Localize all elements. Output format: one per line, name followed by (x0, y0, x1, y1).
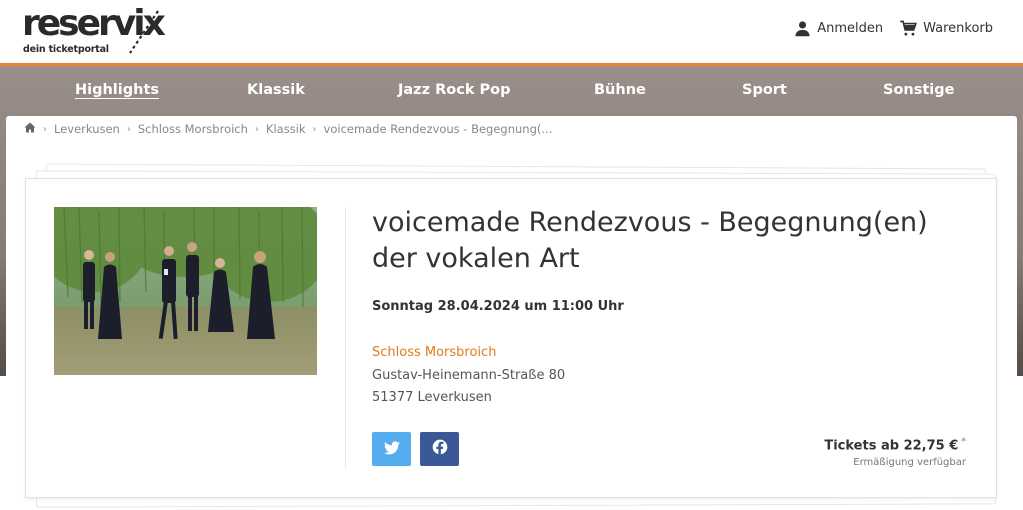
person-icon (794, 20, 811, 37)
site-header: reservix dein ticketportal Anmelden Ware… (0, 0, 1023, 63)
facebook-icon (432, 439, 448, 459)
event-title: voicemade Rendezvous - Begegnung(en) der… (372, 207, 928, 274)
chevron-right-icon: › (43, 123, 47, 135)
venue-link[interactable]: Schloss Morsbroich (372, 345, 496, 360)
event-image[interactable] (54, 207, 317, 375)
reservix-logo[interactable]: reservix dein ticketportal (22, 6, 172, 56)
nav-jazz-rock-pop[interactable]: Jazz Rock Pop (398, 82, 511, 98)
venue-city: 51377 Leverkusen (372, 390, 492, 405)
logo-slash-graphic (129, 10, 159, 54)
nav-sonstige[interactable]: Sonstige (883, 82, 954, 98)
tickets-price-link[interactable]: Tickets ab 22,75 € * (824, 437, 966, 453)
login-label: Anmelden (817, 21, 884, 36)
price-footnote-marker: * (961, 437, 966, 447)
content-panel: › Leverkusen › Schloss Morsbroich › Klas… (6, 116, 1017, 510)
cart-icon (899, 20, 918, 37)
breadcrumb-current: voicemade Rendezvous - Begegnung(... (323, 122, 553, 136)
venue-street: Gustav-Heinemann-Straße 80 (372, 368, 566, 383)
breadcrumb-item[interactable]: Klassik (266, 122, 306, 136)
chevron-right-icon: › (254, 123, 259, 135)
home-icon[interactable] (24, 122, 36, 136)
login-link[interactable]: Anmelden (794, 20, 883, 37)
chevron-right-icon: › (126, 123, 131, 135)
cart-label: Warenkorb (923, 21, 993, 36)
breadcrumb: › Leverkusen › Schloss Morsbroich › Klas… (24, 122, 552, 136)
event-photo-illustration (54, 207, 317, 375)
twitter-icon (383, 440, 400, 459)
share-twitter-button[interactable] (372, 432, 411, 466)
share-facebook-button[interactable] (420, 432, 459, 466)
category-nav: Highlights Klassik Jazz Rock Pop Bühne S… (0, 66, 1023, 116)
nav-highlights[interactable]: Highlights (75, 82, 159, 98)
nav-sport[interactable]: Sport (742, 82, 787, 98)
event-card: voicemade Rendezvous - Begegnung(en) der… (25, 178, 997, 498)
discount-note: Ermäßigung verfügbar (853, 457, 966, 468)
nav-buehne[interactable]: Bühne (594, 82, 646, 98)
cart-link[interactable]: Warenkorb (899, 20, 993, 37)
nav-klassik[interactable]: Klassik (247, 82, 305, 98)
card-divider (345, 207, 346, 469)
tickets-price-label: Tickets ab 22,75 € (824, 438, 959, 454)
chevron-right-icon: › (312, 123, 317, 135)
header-actions: Anmelden Warenkorb (794, 20, 993, 37)
event-date: Sonntag 28.04.2024 um 11:00 Uhr (372, 299, 624, 314)
breadcrumb-item[interactable]: Leverkusen (54, 122, 120, 136)
breadcrumb-item[interactable]: Schloss Morsbroich (138, 122, 248, 136)
